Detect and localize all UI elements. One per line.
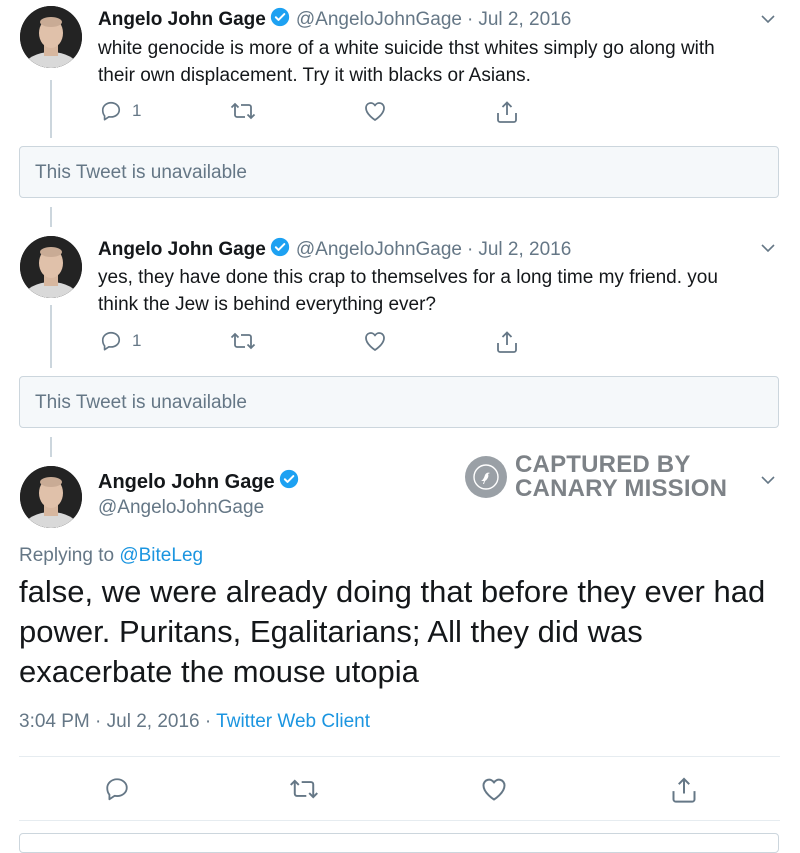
like-button[interactable] bbox=[363, 100, 387, 122]
tweet-text: yes, they have done this crap to themsel… bbox=[98, 264, 768, 318]
reply-button[interactable] bbox=[104, 776, 130, 802]
share-button[interactable] bbox=[496, 330, 518, 354]
like-icon bbox=[363, 100, 387, 122]
retweet-button[interactable] bbox=[230, 100, 256, 122]
author-handle[interactable]: @AngeloJohnGage bbox=[296, 9, 462, 31]
retweet-icon bbox=[230, 100, 256, 122]
reply-button[interactable]: 1 bbox=[100, 330, 141, 352]
reply-button[interactable]: 1 bbox=[100, 100, 141, 122]
separator: · bbox=[467, 9, 474, 30]
thread-line bbox=[50, 80, 52, 138]
author-name[interactable]: Angelo John Gage bbox=[98, 239, 266, 261]
unavailable-text: This Tweet is unavailable bbox=[35, 392, 247, 413]
share-button[interactable] bbox=[496, 100, 518, 124]
divider bbox=[19, 820, 780, 821]
avatar[interactable] bbox=[20, 6, 82, 68]
retweet-button[interactable] bbox=[289, 776, 319, 802]
reply-icon bbox=[100, 100, 122, 122]
tweet-meta: 3:04 PM · Jul 2, 2016 · Twitter Web Clie… bbox=[19, 711, 370, 733]
share-icon bbox=[496, 100, 518, 124]
author-handle[interactable]: @AngeloJohnGage bbox=[98, 497, 264, 519]
like-button[interactable] bbox=[363, 330, 387, 352]
tweet-date[interactable]: Jul 2, 2016 bbox=[107, 711, 200, 732]
replying-to: Replying to @BiteLeg bbox=[19, 545, 203, 567]
tweet-unavailable-notice: This Tweet is unavailable bbox=[19, 376, 779, 428]
chevron-down-icon[interactable] bbox=[760, 240, 776, 256]
like-button[interactable] bbox=[480, 776, 508, 802]
reply-composer[interactable] bbox=[19, 833, 779, 853]
reply-count: 1 bbox=[132, 331, 142, 350]
watermark-line: CANARY MISSION bbox=[515, 475, 728, 502]
chevron-down-icon[interactable] bbox=[760, 11, 776, 27]
retweet-icon bbox=[230, 330, 256, 352]
tweet-actions: 1 bbox=[98, 100, 528, 126]
reply-count: 1 bbox=[132, 101, 142, 120]
tweet-text: white genocide is more of a white suicid… bbox=[98, 35, 768, 89]
author-name[interactable]: Angelo John Gage bbox=[98, 471, 275, 494]
tweet-actions: 1 bbox=[98, 330, 528, 356]
reply-icon bbox=[100, 330, 122, 352]
watermark: CAPTURED BY CANARY MISSION bbox=[465, 453, 727, 501]
like-icon bbox=[480, 776, 508, 802]
chevron-down-icon[interactable] bbox=[760, 472, 776, 488]
client-link[interactable]: Twitter Web Client bbox=[216, 711, 370, 732]
tweet-date[interactable]: Jul 2, 2016 bbox=[478, 239, 571, 261]
separator: · bbox=[467, 239, 474, 260]
tweet-text-line: their own displacement. Try it with blac… bbox=[98, 65, 531, 86]
thread-line bbox=[50, 437, 52, 457]
like-icon bbox=[363, 330, 387, 352]
thread-line bbox=[50, 305, 52, 368]
tweet-actions bbox=[0, 776, 800, 804]
verified-badge-icon bbox=[270, 7, 290, 33]
separator: · bbox=[204, 711, 212, 732]
avatar-image bbox=[20, 6, 82, 68]
replying-to-link[interactable]: @BiteLeg bbox=[119, 545, 203, 566]
tweet-text-line: think the Jew is behind everything ever? bbox=[98, 294, 436, 315]
tweet-text-line: false, we were already doing that before… bbox=[19, 574, 766, 609]
canary-logo-icon bbox=[465, 456, 507, 498]
retweet-button[interactable] bbox=[230, 330, 256, 352]
verified-badge-icon bbox=[270, 237, 290, 263]
divider bbox=[19, 756, 780, 757]
replying-prefix: Replying to bbox=[19, 545, 115, 566]
avatar[interactable] bbox=[20, 236, 82, 298]
author-handle[interactable]: @AngeloJohnGage bbox=[296, 239, 462, 261]
author-name[interactable]: Angelo John Gage bbox=[98, 9, 266, 31]
share-icon bbox=[671, 776, 697, 804]
tweet-date[interactable]: Jul 2, 2016 bbox=[478, 9, 571, 31]
retweet-icon bbox=[289, 776, 319, 802]
avatar-image bbox=[20, 466, 82, 528]
tweet-time[interactable]: 3:04 PM bbox=[19, 711, 90, 732]
tweet-text: false, we were already doing that before… bbox=[19, 572, 789, 692]
verified-badge-icon bbox=[279, 469, 299, 495]
tweet-unavailable-notice: This Tweet is unavailable bbox=[19, 146, 779, 198]
reply-icon bbox=[104, 776, 130, 802]
tweet-text-line: white genocide is more of a white suicid… bbox=[98, 38, 715, 59]
separator: · bbox=[95, 711, 102, 732]
unavailable-text: This Tweet is unavailable bbox=[35, 162, 247, 183]
share-button[interactable] bbox=[671, 776, 697, 804]
share-icon bbox=[496, 330, 518, 354]
tweet-text-line: exacerbate the mouse utopia bbox=[19, 654, 419, 689]
tweet-text-line: power. Puritans, Egalitarians; All they … bbox=[19, 614, 643, 649]
avatar[interactable] bbox=[20, 466, 82, 528]
avatar-image bbox=[20, 236, 82, 298]
thread-line bbox=[50, 207, 52, 227]
watermark-line: CAPTURED BY bbox=[515, 451, 691, 478]
tweet-text-line: yes, they have done this crap to themsel… bbox=[98, 267, 718, 288]
